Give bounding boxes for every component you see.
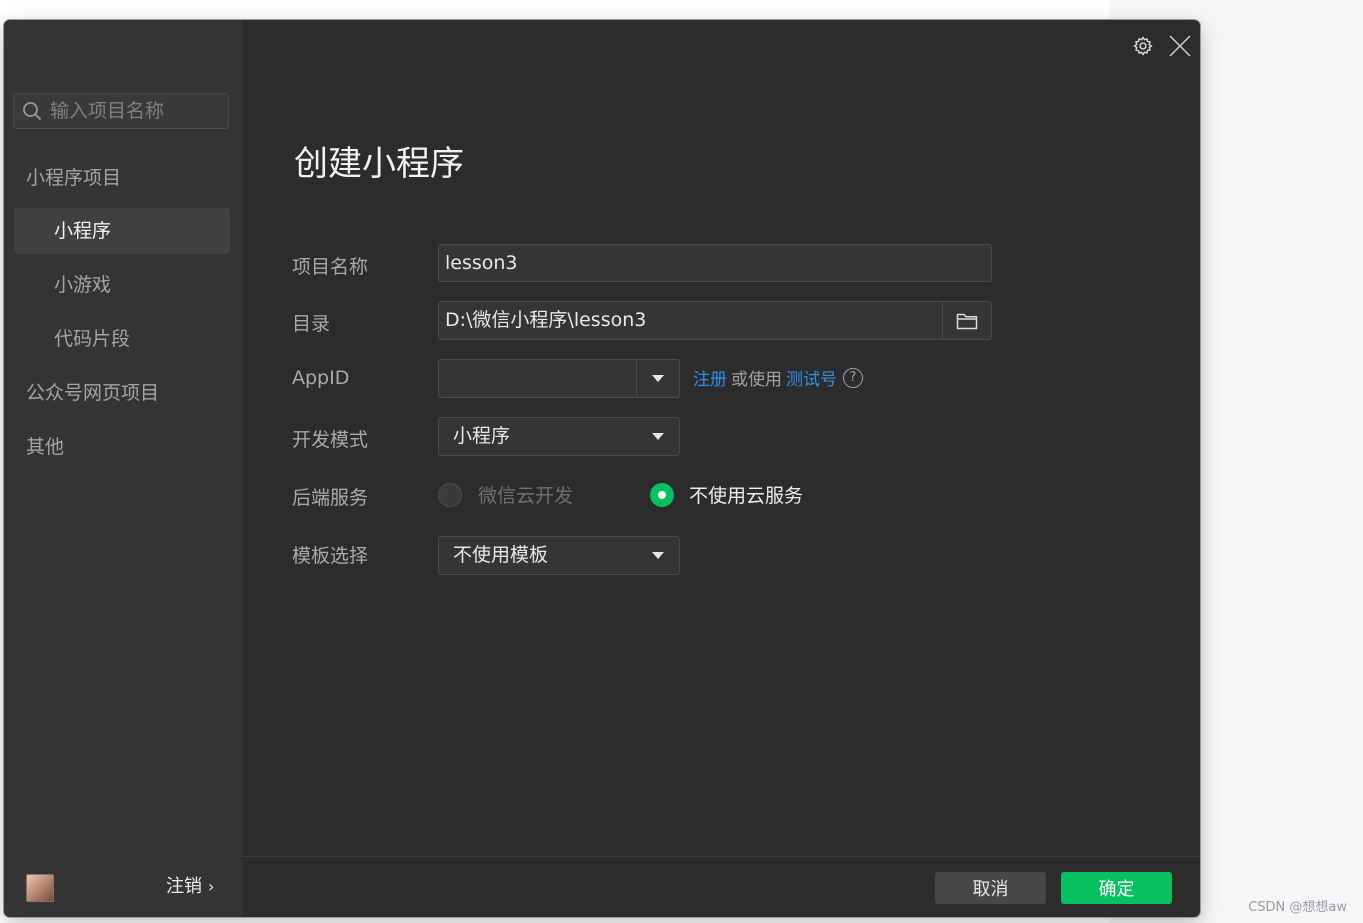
nav-group-official-account[interactable]: 公众号网页项目 <box>26 370 159 416</box>
nav-item-minigame[interactable]: 小游戏 <box>54 262 111 308</box>
dev-mode-value: 小程序 <box>453 425 511 447</box>
directory-label: 目录 <box>292 313 331 335</box>
template-select[interactable]: 不使用模板 <box>438 536 680 575</box>
project-name-field[interactable] <box>438 244 992 282</box>
settings-icon[interactable] <box>1132 35 1154 57</box>
dropdown-arrow-icon <box>652 375 664 382</box>
page-title: 创建小程序 <box>294 144 464 184</box>
cloud-dev-radio[interactable] <box>438 483 462 507</box>
main-panel: 创建小程序 项目名称 目录 D:\微信小程序\lesson3 AppID 注册 … <box>242 20 1200 917</box>
help-icon[interactable]: ? <box>843 367 863 388</box>
no-cloud-label[interactable]: 不使用云服务 <box>689 481 803 508</box>
directory-field[interactable]: D:\微信小程序\lesson3 <box>438 301 992 340</box>
folder-browse-button[interactable] <box>942 302 991 339</box>
confirm-button[interactable]: 确定 <box>1061 872 1172 904</box>
appid-label: AppID <box>292 367 350 389</box>
nav-group-miniprogram[interactable]: 小程序项目 <box>26 155 121 201</box>
avatar[interactable] <box>26 874 54 902</box>
dropdown-arrow-icon <box>652 552 664 559</box>
close-icon[interactable] <box>1168 34 1192 58</box>
logout-button[interactable]: 注销 › <box>166 872 214 898</box>
test-account-link[interactable]: 测试号 <box>786 365 837 390</box>
dev-mode-label: 开发模式 <box>292 429 369 451</box>
template-value: 不使用模板 <box>453 544 549 566</box>
cloud-dev-label[interactable]: 微信云开发 <box>478 481 573 508</box>
nav-item-code-snippet[interactable]: 代码片段 <box>54 316 130 362</box>
watermark: CSDN @想想aw <box>1248 900 1347 915</box>
project-name-label: 项目名称 <box>292 256 369 278</box>
project-name-input[interactable] <box>439 245 991 281</box>
template-label: 模板选择 <box>292 545 369 567</box>
backend-label: 后端服务 <box>292 487 369 509</box>
nav-item-miniprogram[interactable]: 小程序 <box>14 208 230 254</box>
no-cloud-radio[interactable] <box>650 483 674 507</box>
or-use-text: 或使用 <box>731 370 782 390</box>
appid-links: 注册 或使用 测试号 ? <box>693 365 863 390</box>
cancel-button[interactable]: 取消 <box>935 872 1046 904</box>
template-dropdown-button[interactable] <box>637 537 679 574</box>
appid-select[interactable] <box>438 359 680 398</box>
window-controls <box>1132 34 1192 58</box>
dev-mode-select[interactable]: 小程序 <box>438 417 680 456</box>
search-box[interactable] <box>13 93 229 129</box>
chevron-right-icon: › <box>208 877 215 896</box>
appid-dropdown-button[interactable] <box>636 360 679 397</box>
search-icon <box>23 102 41 120</box>
dev-mode-dropdown-button[interactable] <box>637 418 679 455</box>
logout-label: 注销 <box>166 876 202 897</box>
register-link[interactable]: 注册 <box>693 365 727 390</box>
sidebar: 小程序项目 小程序 小游戏 代码片段 公众号网页项目 其他 注销 › <box>4 20 242 917</box>
dialog-footer: 取消 确定 <box>242 856 1200 917</box>
search-input[interactable] <box>48 99 222 123</box>
nav-group-other[interactable]: 其他 <box>26 424 64 470</box>
dropdown-arrow-icon <box>652 433 664 440</box>
directory-value: D:\微信小程序\lesson3 <box>445 309 647 331</box>
folder-icon <box>956 313 978 329</box>
create-project-dialog: 小程序项目 小程序 小游戏 代码片段 公众号网页项目 其他 注销 › 创建小程序 … <box>4 20 1200 917</box>
